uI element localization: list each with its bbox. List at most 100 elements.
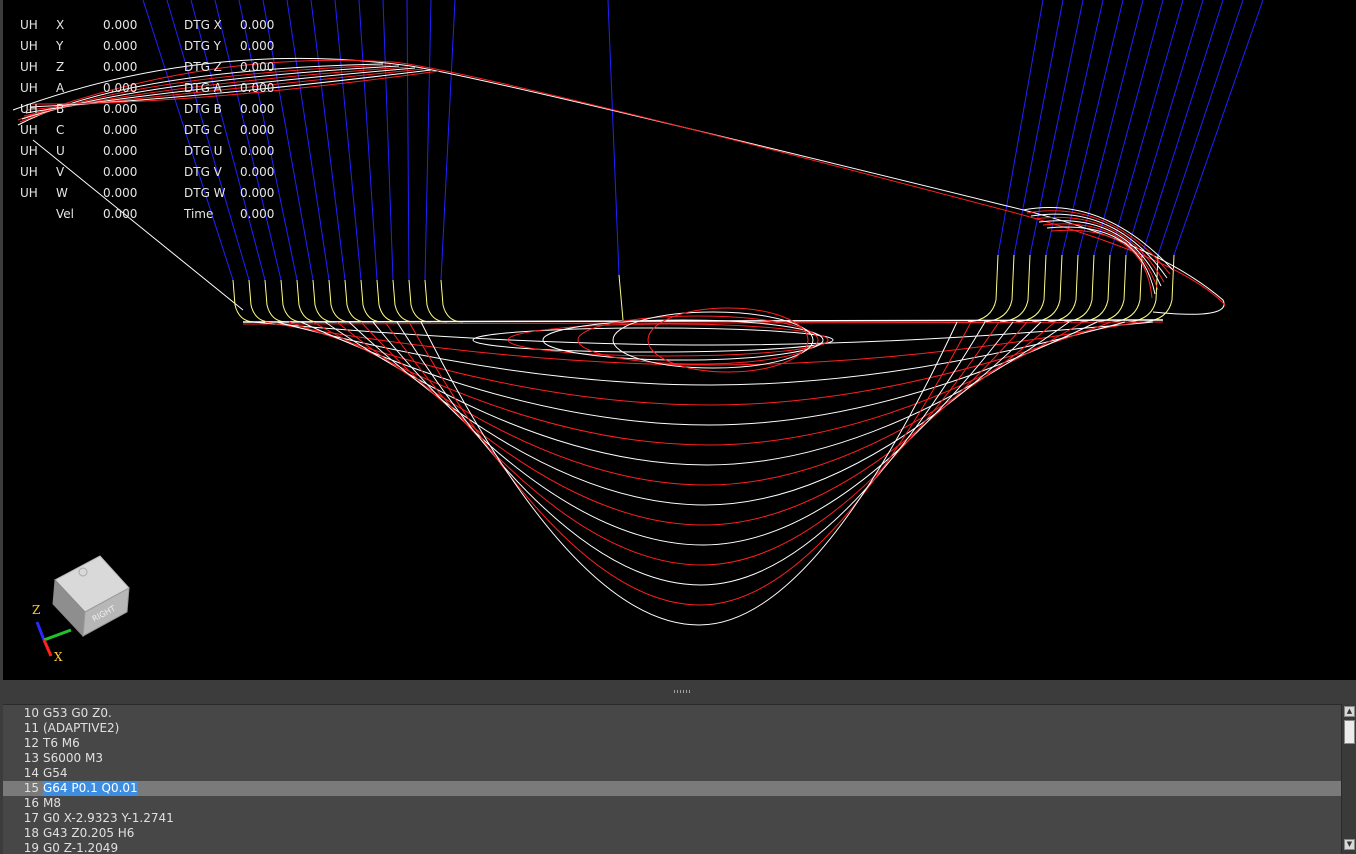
rapid-move-line: [1029, 0, 1084, 256]
gcode-line-number: 15: [23, 781, 39, 795]
rapid-move-line: [310, 0, 346, 281]
dro-dtg-label: DTG X: [184, 18, 222, 32]
dro-dtg-label: DTG Y: [184, 39, 222, 53]
rapid-move-line: [607, 0, 620, 276]
gcode-line[interactable]: 18 G43 Z0.205 H6: [3, 826, 1341, 841]
lead-in-line: [1047, 254, 1079, 323]
lead-in-line: [360, 279, 384, 323]
x-axis-label: X: [54, 650, 63, 664]
dro-axis-value: 0.000: [103, 123, 138, 137]
dro-axis-value: 0.000: [103, 81, 138, 95]
rapid-move-line: [1077, 0, 1144, 256]
lead-in-line: [1015, 254, 1047, 323]
panel-splitter[interactable]: [0, 680, 1356, 704]
entry-helix-line: [1046, 226, 1156, 295]
lead-in-line: [248, 279, 272, 323]
lead-in-line: [264, 279, 288, 323]
rapid-move-line: [1093, 0, 1164, 256]
gcode-line[interactable]: 11 (ADAPTIVE2): [3, 721, 1341, 736]
gcode-line-text: G53 G0 Z0.: [43, 706, 112, 720]
dro-axis-name: A: [56, 81, 65, 95]
rapid-move-line: [1045, 0, 1104, 256]
z-axis-label: Z: [32, 603, 40, 617]
clearing-loop: [542, 319, 824, 361]
gcode-line-text: (ADAPTIVE2): [43, 721, 120, 735]
dro-axis-value: 0.000: [103, 207, 138, 221]
dro-coord-label: UH: [20, 81, 38, 95]
lead-in-line: [967, 254, 999, 323]
lead-in-line: [1063, 254, 1095, 323]
lead-in-line: [1095, 254, 1127, 323]
z-axis-line: [35, 621, 46, 641]
gcode-line-number: 11: [23, 721, 39, 735]
lead-in-line: [440, 279, 464, 323]
dro-coord-label: UH: [20, 165, 38, 179]
dro-axis-name: Y: [56, 39, 64, 53]
lead-in-line: [1143, 254, 1175, 323]
dro-axis-name: C: [56, 123, 65, 137]
lead-in-line: [424, 279, 448, 323]
rapid-move-line: [334, 0, 362, 281]
dro-dtg-label: DTG V: [184, 165, 222, 179]
gcode-line-text: G0 Z-1.2049: [43, 841, 119, 854]
pocket-pass-curve: [300, 321, 1098, 426]
gcode-line-number: 16: [23, 796, 39, 810]
dro-dtg-value: 0.000: [240, 186, 275, 200]
dro-dtg-value: 0.000: [240, 165, 275, 179]
lead-in-line: [232, 279, 256, 323]
dro-dtg-value: 0.000: [240, 60, 275, 74]
gcode-viewer[interactable]: 10 G53 G0 Z0. 11 (ADAPTIVE2) 12 T6 M6 13 S6000 …: [3, 704, 1341, 854]
scroll-down-arrow-icon[interactable]: ▼: [1344, 839, 1355, 850]
dro-coord-label: UH: [20, 18, 38, 32]
dro-axis-name: W: [56, 186, 68, 200]
rapid-move-line: [440, 0, 456, 281]
lead-in-line: [280, 279, 304, 323]
dro-axis-name: Vel: [56, 207, 74, 221]
dro-axis-name: Z: [56, 60, 65, 74]
lead-in-line: [1079, 254, 1111, 323]
dro-coord-label: UH: [20, 102, 38, 116]
rapid-move-line: [1125, 0, 1204, 256]
rapid-move-line: [406, 0, 410, 281]
dro-axis-value: 0.000: [103, 186, 138, 200]
dro-coord-label: UH: [20, 39, 38, 53]
gcode-line[interactable]: 14 G54: [3, 766, 1341, 781]
scrollbar-thumb[interactable]: [1344, 720, 1355, 744]
view-cube[interactable]: RIGHT Z X: [25, 548, 145, 668]
dro-axis-name: B: [56, 102, 65, 116]
gcode-line-text: G64 P0.1 Q0.01: [43, 781, 138, 796]
gcode-line[interactable]: 16 M8: [3, 796, 1341, 811]
gcode-line[interactable]: 19 G0 Z-1.2049: [3, 841, 1341, 854]
lead-in-line: [999, 254, 1031, 323]
clearing-loop: [472, 327, 834, 353]
dro-axis-value: 0.000: [103, 60, 138, 74]
lead-in-line: [1031, 254, 1063, 323]
gcode-line-text: G43 Z0.205 H6: [43, 826, 135, 840]
gcode-line[interactable]: 15 G64 P0.1 Q0.01: [3, 781, 1341, 796]
dro-axis-value: 0.000: [103, 144, 138, 158]
gcode-line-text: T6 M6: [43, 736, 80, 750]
splitter-grip-icon[interactable]: [674, 690, 690, 693]
toolpath-preview[interactable]: UH X 0.000 DTG X 0.000 UH Y 0.000 DTG Y 0.000 UH Z 0…: [3, 0, 1356, 680]
gcode-line[interactable]: 17 G0 X-2.9323 Y-1.2741: [3, 811, 1341, 826]
lead-in-line: [618, 274, 624, 321]
dro-axis-value: 0.000: [103, 102, 138, 116]
gcode-line[interactable]: 12 T6 M6: [3, 736, 1341, 751]
gcode-line-number: 19: [23, 841, 39, 854]
lead-in-line: [312, 279, 336, 323]
dro-dtg-label: Time: [184, 207, 214, 221]
dro-coord-label: UH: [20, 144, 38, 158]
dro-dtg-value: 0.000: [240, 81, 275, 95]
view-cube-block[interactable]: RIGHT: [52, 555, 130, 638]
gcode-line[interactable]: 13 S6000 M3: [3, 751, 1341, 766]
lead-in-line: [344, 279, 368, 323]
dro-dtg-label: DTG Z: [184, 60, 222, 74]
pocket-pass-curve: [312, 321, 1084, 446]
gcode-line[interactable]: 10 G53 G0 Z0.: [3, 706, 1341, 721]
rapid-move-line: [1109, 0, 1184, 256]
gcode-scrollbar[interactable]: ▲ ▼: [1341, 704, 1356, 853]
dro-dtg-value: 0.000: [240, 102, 275, 116]
scroll-up-arrow-icon[interactable]: ▲: [1344, 706, 1355, 717]
dro-dtg-label: DTG C: [184, 123, 223, 137]
lead-in-line: [296, 279, 320, 323]
